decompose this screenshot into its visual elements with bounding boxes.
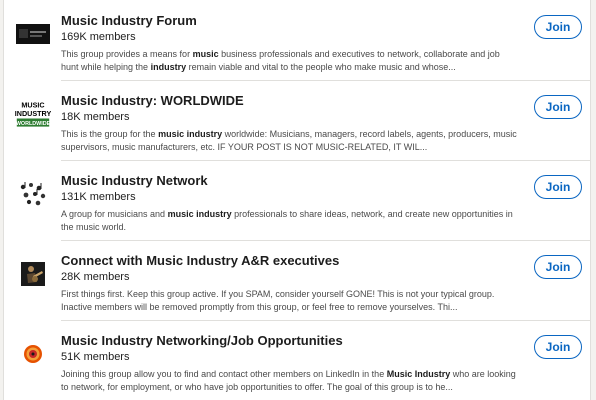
group-result-0[interactable]: Music Industry Forum 169K members This g…: [4, 0, 590, 80]
description-text: This is the group for the: [61, 129, 159, 139]
group-title[interactable]: Music Industry Forum: [61, 13, 521, 28]
group-member-count: 18K members: [61, 111, 130, 123]
logo-text-line-3: WORLDWIDE: [16, 121, 51, 127]
description-keyword: Music Industry: [386, 369, 451, 379]
group-search-results: Music Industry Forum 169K members This g…: [3, 0, 591, 400]
join-button[interactable]: Join: [534, 335, 582, 359]
description-text: First things first. Keep this group acti…: [61, 289, 495, 312]
description-text: remain viable and vital to the people wh…: [186, 62, 456, 72]
join-button[interactable]: Join: [534, 175, 582, 199]
group-member-count: 169K members: [61, 31, 136, 43]
group-title[interactable]: Connect with Music Industry A&R executiv…: [61, 253, 521, 268]
join-button[interactable]: Join: [534, 15, 582, 39]
music-industry-forum-logo-icon[interactable]: [15, 16, 51, 52]
description-text: Joining this group allow you to find and…: [61, 369, 387, 379]
join-button[interactable]: Join: [534, 255, 582, 279]
description-keyword: music industry: [158, 129, 223, 139]
group-result-1[interactable]: MUSIC INDUSTRY WORLDWIDE Music Industry:…: [4, 80, 590, 160]
description-text: This group provides a means for: [61, 49, 193, 59]
group-member-count: 51K members: [61, 351, 130, 363]
group-title[interactable]: Music Industry: WORLDWIDE: [61, 93, 521, 108]
description-keyword: industry: [150, 62, 187, 72]
group-description: This group provides a means for music bu…: [61, 48, 517, 74]
group-result-3[interactable]: Connect with Music Industry A&R executiv…: [4, 240, 590, 320]
group-title[interactable]: Music Industry Network: [61, 173, 521, 188]
group-description: A group for musicians and music industry…: [61, 208, 517, 234]
music-industry-worldwide-logo-icon[interactable]: MUSIC INDUSTRY WORLDWIDE: [15, 96, 51, 132]
join-button[interactable]: Join: [534, 95, 582, 119]
description-keyword: music industry: [167, 209, 232, 219]
group-description: First things first. Keep this group acti…: [61, 288, 517, 314]
group-member-count: 28K members: [61, 271, 130, 283]
group-description: Joining this group allow you to find and…: [61, 368, 517, 394]
guitarist-photo-logo-icon[interactable]: [15, 256, 51, 292]
description-text: A group for musicians and: [61, 209, 168, 219]
group-description: This is the group for the music industry…: [61, 128, 517, 154]
group-member-count: 131K members: [61, 191, 136, 203]
description-keyword: music: [192, 49, 219, 59]
group-title[interactable]: Music Industry Networking/Job Opportunit…: [61, 333, 521, 348]
group-result-4[interactable]: Music Industry Networking/Job Opportunit…: [4, 320, 590, 400]
music-notes-logo-icon[interactable]: [15, 176, 51, 212]
logo-text-line-2: INDUSTRY: [15, 109, 51, 118]
group-result-2[interactable]: Music Industry Network 131K members A gr…: [4, 160, 590, 240]
vinyl-record-logo-icon[interactable]: [15, 336, 51, 372]
